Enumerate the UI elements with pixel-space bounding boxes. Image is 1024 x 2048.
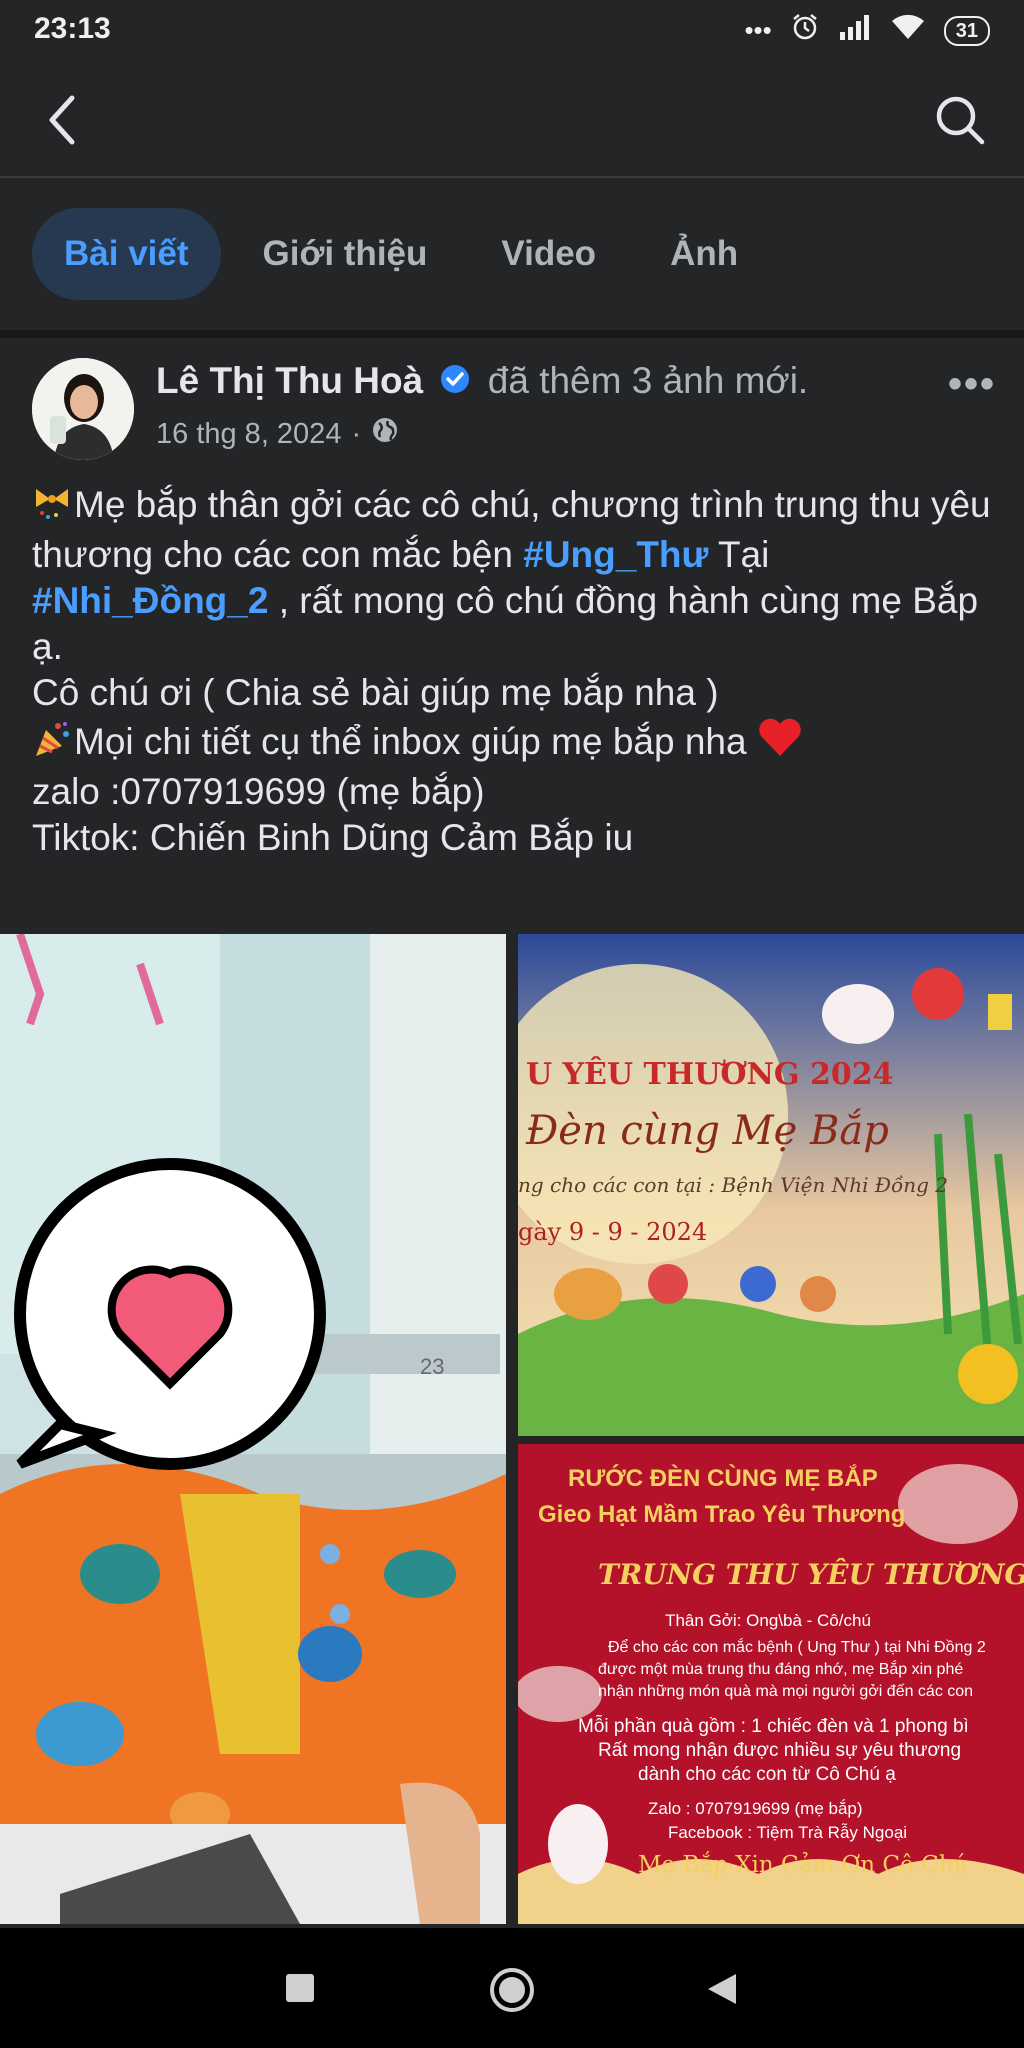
flyer-line-1: Để cho các con mắc bệnh ( Ung Thư ) tại … — [608, 1637, 986, 1656]
post-paragraph-4: zalo :0707919699 (mẹ bắp) — [32, 771, 485, 812]
home-button[interactable] — [488, 1966, 536, 2019]
post-date[interactable]: 16 thg 8, 2024 — [156, 418, 341, 451]
chevron-left-icon — [49, 95, 75, 145]
flyer-thanks: Mẹ Bắp Xin Cảm Ơn Cô Chú — [638, 1852, 968, 1878]
globe-icon — [371, 416, 399, 452]
square-icon — [286, 1974, 314, 2002]
search-button[interactable] — [932, 92, 988, 148]
meta-separator: · — [351, 417, 362, 450]
hashtag-link[interactable]: #Nhi_Đồng_2 — [32, 580, 268, 621]
flyer-heading-3: TRUNG THU YÊU THƯƠNG — [598, 1558, 1024, 1591]
home-circle-icon — [490, 1968, 534, 2012]
tab-about[interactable]: Giới thiệu — [231, 208, 460, 300]
wifi-icon — [890, 13, 926, 48]
flyer-facebook: Facebook : Tiệm Trà Rẫy Ngoại — [668, 1823, 907, 1842]
flyer-heading-2: Gieo Hạt Mầm Trao Yêu Thương — [538, 1501, 905, 1528]
system-back-button[interactable] — [706, 1972, 738, 2011]
wall-number: 23 — [420, 1354, 444, 1379]
system-navigation-bar — [0, 1928, 1024, 2048]
poster-title: U YÊU THƯƠNG 2024 — [526, 1056, 893, 1092]
alarm-icon — [790, 12, 820, 49]
flyer-zalo: Zalo : 0707919699 (mẹ bắp) — [648, 1799, 863, 1818]
avatar[interactable] — [32, 358, 134, 460]
ribbon-gift-emoji-icon — [32, 485, 72, 532]
divider — [0, 330, 1024, 338]
post-text-segment: Mẹ bắp thân gởi các cô chú, chương trình… — [32, 484, 991, 575]
profile-tabs: Bài viết Giới thiệu Video Ảnh — [32, 208, 780, 300]
more-options-button[interactable]: ••• — [948, 362, 996, 407]
post-meta: 16 thg 8, 2024 · — [156, 416, 399, 452]
post-text-segment: Mọi chi tiết cụ thể inbox giúp mẹ bắp nh… — [74, 721, 747, 762]
post-photo-flyer[interactable]: RƯỚC ĐÈN CÙNG MẸ BẮP Gieo Hạt Mầm Trao Y… — [518, 1444, 1024, 1924]
flyer-greeting: Thân Gởi: Ong\bà - Cô/chú — [665, 1611, 871, 1630]
status-bar: 23:13 ••• 31 — [0, 0, 1024, 64]
flyer-line-2: được một mùa trung thu đáng nhớ, mẹ Bắp … — [598, 1659, 963, 1678]
party-popper-icon — [32, 720, 72, 769]
signal-icon — [838, 14, 872, 47]
poster-subtitle: Đèn cùng Mẹ Bắp — [525, 1108, 889, 1154]
flyer-line-3: nhận những món quà mà mọi người gởi đến … — [598, 1683, 973, 1700]
status-icons: ••• 31 — [744, 12, 990, 49]
post-paragraph-5: Tiktok: Chiến Binh Dũng Cảm Bắp iu — [32, 817, 634, 858]
post-paragraph-1: Mẹ bắp thân gởi các cô chú, chương trình… — [32, 482, 998, 670]
notification-dots-icon: ••• — [744, 15, 772, 45]
post-paragraph-3: Mọi chi tiết cụ thể inbox giúp mẹ bắp nh… — [32, 716, 998, 769]
post-action-text: đã thêm 3 ảnh mới. — [487, 360, 809, 401]
tab-photos[interactable]: Ảnh — [638, 208, 770, 300]
poster-line: ng cho các con tại : Bệnh Viện Nhi Đồng … — [518, 1173, 948, 1197]
hashtag-link[interactable]: #Ung_Thư — [523, 534, 708, 575]
back-button[interactable] — [40, 92, 90, 148]
author-name[interactable]: Lê Thị Thu Hoà — [156, 360, 423, 401]
post-text-segment: Tại — [708, 534, 770, 575]
post-photo-lantern-poster[interactable]: U YÊU THƯƠNG 2024 Đèn cùng Mẹ Bắp ng cho… — [518, 934, 1024, 1436]
red-heart-icon — [757, 716, 803, 769]
battery-icon: 31 — [943, 15, 990, 46]
poster-date: gày 9 - 9 - 2024 — [518, 1218, 707, 1246]
back-triangle-icon — [708, 1974, 736, 2004]
tab-video[interactable]: Video — [469, 208, 628, 300]
flyer-line-6: dành cho các con từ Cô Chú ạ — [638, 1764, 896, 1785]
app-bar — [0, 64, 1024, 178]
verified-badge-icon — [439, 362, 471, 404]
flyer-heading-1: RƯỚC ĐÈN CÙNG MẸ BẮP — [568, 1464, 878, 1492]
flyer-line-5: Rất mong nhận được nhiều sự yêu thương — [598, 1740, 961, 1761]
flyer-line-4: Mỗi phần quà gồm : 1 chiếc đèn và 1 phon… — [578, 1715, 969, 1737]
status-time: 23:13 — [34, 12, 111, 45]
post-photo-child[interactable]: 23 — [0, 934, 506, 1924]
recent-apps-button[interactable] — [284, 1972, 316, 2009]
search-icon — [936, 96, 985, 145]
post-author-line: Lê Thị Thu Hoà đã thêm 3 ảnh mới. — [156, 360, 808, 404]
post-paragraph-2: Cô chú ơi ( Chia sẻ bài giúp mẹ bắp nha … — [32, 672, 719, 713]
post-body: Mẹ bắp thân gởi các cô chú, chương trình… — [32, 482, 998, 861]
tab-posts[interactable]: Bài viết — [32, 208, 221, 300]
